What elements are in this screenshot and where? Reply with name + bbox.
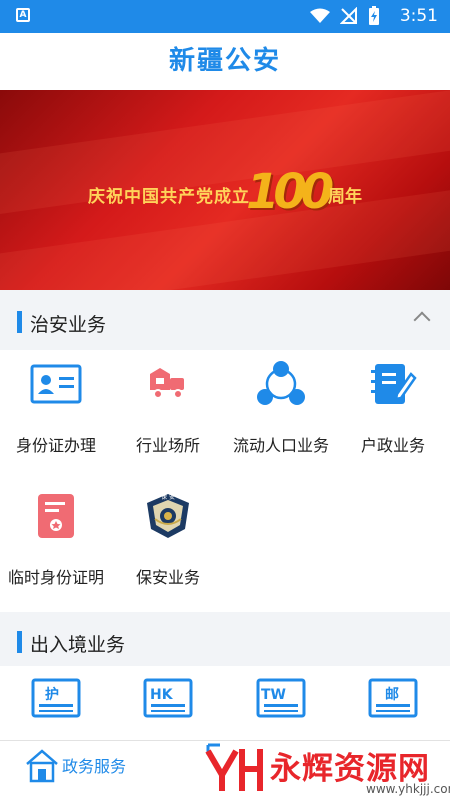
- app-header: 新疆公安: [0, 33, 450, 90]
- grid-item-label: 户政业务: [360, 436, 425, 455]
- banner-hundred-logo: 100: [246, 164, 334, 220]
- status-icons: [310, 6, 380, 26]
- watermark-logo: 永辉资源网 www.yhkjjj.com: [200, 735, 450, 800]
- hk-permit-card-icon: HK: [140, 676, 196, 720]
- grid-item-household-affairs[interactable]: 户政业务: [337, 356, 449, 456]
- tw-permit-card-icon: TW: [253, 676, 309, 720]
- chevron-up-icon[interactable]: [413, 311, 431, 329]
- grid-item-floating-population[interactable]: 流动人口业务: [225, 356, 337, 456]
- passport-card-text: 护: [45, 686, 59, 703]
- id-card-icon: [28, 356, 84, 412]
- section-header-public-security[interactable]: 治安业务: [0, 292, 450, 350]
- grid-item-hk-permit[interactable]: HK: [112, 676, 224, 720]
- tab-label: 政务服务: [62, 757, 127, 776]
- grid-item-security-guard[interactable]: 保 安 保安业务: [112, 488, 224, 588]
- banner-text-right: 周年: [328, 187, 362, 207]
- grid-item-label: 身份证办理: [15, 436, 96, 455]
- mail-card-text: 邮: [385, 686, 399, 703]
- security-badge-text: 保 安: [161, 493, 175, 501]
- grid-item-mail[interactable]: 邮: [337, 676, 449, 720]
- clock: 3:51: [399, 6, 438, 26]
- grid-item-label: 保安业务: [135, 568, 200, 587]
- grid-item-label: 行业场所: [135, 436, 200, 455]
- banner-text-left: 庆祝中国共产党成立: [88, 187, 250, 207]
- delivery-truck-icon: [140, 356, 196, 412]
- section-header-immigration[interactable]: 出入境业务: [0, 612, 450, 670]
- section-title: 出入境业务: [30, 634, 126, 656]
- watermark-url: www.yhkjjj.com: [366, 782, 450, 796]
- people-network-icon: [253, 356, 309, 412]
- grid-item-label: 临时身份证明: [7, 568, 104, 587]
- grid-item-industry-venues[interactable]: 行业场所: [112, 356, 224, 456]
- mail-card-icon: 邮: [365, 676, 421, 720]
- tab-government-services[interactable]: 政务服务: [24, 747, 126, 785]
- grid-item-label: 流动人口业务: [232, 436, 329, 455]
- status-bar: A 3:51: [0, 0, 450, 33]
- passport-card-icon: 护: [28, 676, 84, 720]
- section-accent-bar: [17, 311, 22, 333]
- battery-charging-icon: [369, 6, 379, 25]
- app-notification-icon: A: [16, 8, 30, 22]
- grid-item-passport[interactable]: 护: [0, 676, 112, 720]
- grid-item-id-card[interactable]: 身份证办理: [0, 356, 112, 456]
- certificate-icon: [28, 488, 84, 544]
- tw-card-text: TW: [261, 687, 286, 703]
- page-title: 新疆公安: [168, 46, 281, 76]
- wifi-icon: [310, 8, 330, 23]
- promo-banner[interactable]: 庆祝中国共产党成立 100 周年: [0, 90, 450, 290]
- no-signal-icon: [340, 7, 357, 24]
- public-security-grid: 身份证办理 行业场所 流动人口业务 户政业务 临时身份证明 保 安 保安业务: [0, 350, 450, 612]
- grid-item-temporary-id[interactable]: 临时身份证明: [0, 488, 112, 588]
- home-icon: [26, 749, 58, 783]
- grid-item-tw-permit[interactable]: TW: [225, 676, 337, 720]
- section-accent-bar: [17, 631, 22, 653]
- notebook-edit-icon: [365, 356, 421, 412]
- section-title: 治安业务: [30, 314, 107, 336]
- immigration-grid: 护 HK TW 邮: [0, 666, 450, 740]
- hk-card-text: HK: [150, 687, 174, 703]
- security-badge-icon: 保 安: [140, 488, 196, 544]
